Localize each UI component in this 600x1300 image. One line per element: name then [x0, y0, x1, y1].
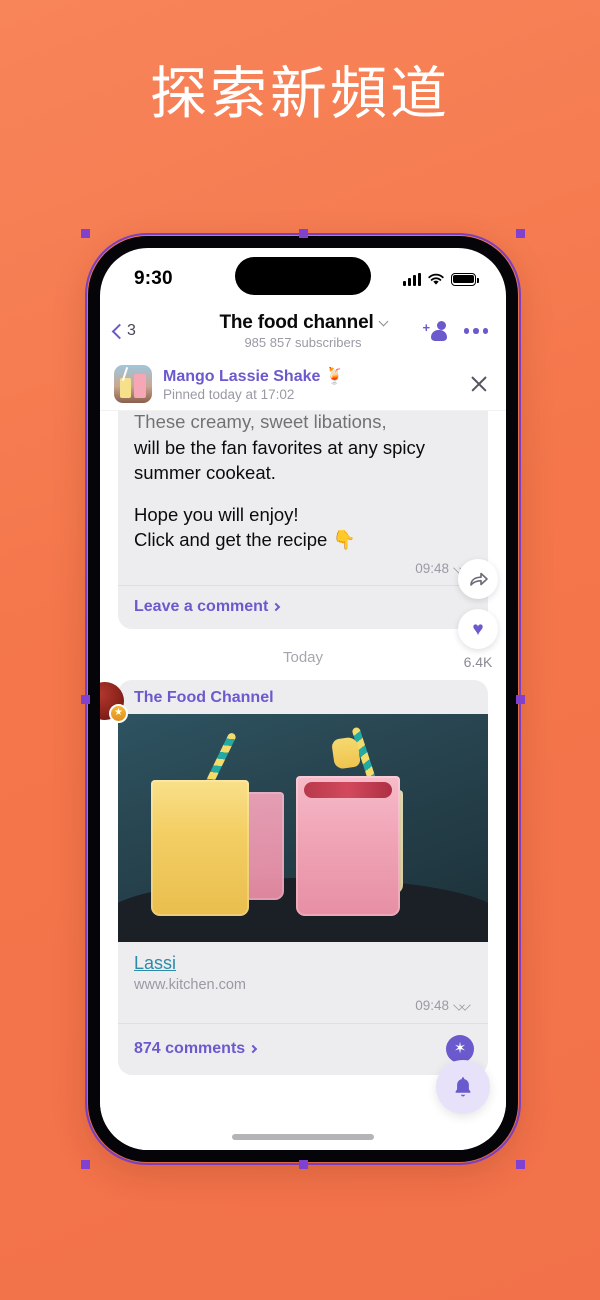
battery-icon [451, 272, 479, 286]
chat-title[interactable]: The food channel [219, 312, 373, 334]
leave-a-comment-link[interactable]: Leave a comment [134, 597, 281, 616]
day-divider: Today [282, 648, 324, 666]
share-arrow-glyph [469, 572, 488, 586]
photo-mango-chunk [330, 735, 361, 770]
message-photo[interactable] [118, 713, 488, 942]
pinned-message-title: Mango Lassie Shake 🍹 [163, 368, 345, 385]
chevron-right-icon [272, 602, 281, 611]
double-check-icon [454, 1000, 472, 1010]
dynamic-island [235, 257, 371, 295]
resize-handle-middle-right[interactable] [516, 695, 525, 704]
message-bubble-media[interactable]: The Food Channel Lassi www.kitchen.com 0… [118, 679, 488, 1075]
back-unread-count: 3 [127, 322, 136, 339]
link-title[interactable]: Lassi [134, 953, 176, 974]
photo-berries [303, 781, 392, 798]
star-icon[interactable]: ✶ [446, 1034, 474, 1063]
bell-glyph [455, 1077, 471, 1097]
pinned-message-thumbnail [114, 365, 152, 403]
resize-handle-middle-left[interactable] [81, 695, 90, 704]
status-bar: 9:30 [100, 248, 506, 304]
person-body [430, 330, 447, 341]
reaction-rail: ♥ 6.4K [458, 559, 498, 670]
heart-glyph: ♥ [472, 618, 484, 640]
message-cut-line: These creamy, sweet libations, [134, 411, 387, 432]
leave-a-comment-label: Leave a comment [134, 597, 269, 615]
resize-handle-bottom-left[interactable] [81, 1160, 90, 1169]
person-head [436, 321, 446, 330]
link-preview[interactable]: Lassi www.kitchen.com [118, 941, 488, 996]
message-paragraph-2-line-2: Click and get the recipe 👇 [134, 529, 356, 551]
message-meta: 09:48 [118, 559, 488, 585]
wifi-icon [428, 273, 444, 285]
photo-glass-strawberry [295, 775, 400, 916]
pinned-message-text: Mango Lassie Shake 🍹 Pinned today at 17:… [163, 366, 345, 402]
heart-icon[interactable]: ♥ [458, 609, 498, 649]
resize-handle-top-center[interactable] [299, 229, 308, 238]
phone-screen: 9:30 3 The food channel 985 857 subscrib… [100, 248, 506, 1150]
photo-glass-mango [151, 779, 250, 916]
more-options-icon[interactable] [463, 328, 488, 334]
message-paragraph-2-line-1: Hope you will enjoy! [134, 503, 299, 525]
cellular-signal-icon [403, 272, 421, 286]
close-icon[interactable] [468, 373, 490, 395]
message-row-media: ★ The Food Channel Lassi www.kitchen.com… [100, 679, 506, 1075]
chevron-left-icon [111, 323, 128, 339]
link-url: www.kitchen.com [134, 976, 247, 993]
star-glyph: ✶ [453, 1040, 467, 1058]
comments-link[interactable]: 874 comments [134, 1039, 258, 1058]
home-indicator[interactable] [232, 1134, 374, 1140]
message-body: These creamy, sweet libations, will be t… [118, 411, 488, 559]
comments-count-label: 874 comments [134, 1039, 246, 1057]
resize-handle-top-right[interactable] [516, 229, 525, 238]
comments-bar[interactable]: 874 comments ✶ [118, 1022, 488, 1075]
message-sender-name[interactable]: The Food Channel [118, 680, 488, 714]
media-message-time: 09:48 [415, 997, 449, 1013]
media-message-meta: 09:48 [118, 996, 488, 1023]
chat-header: 3 The food channel 985 857 subscribers + [100, 304, 506, 358]
phone-mockup: 9:30 3 The food channel 985 857 subscrib… [81, 229, 525, 1169]
resize-handle-bottom-right[interactable] [516, 1160, 525, 1169]
phone-body: 9:30 3 The food channel 985 857 subscrib… [88, 236, 518, 1162]
status-indicators [403, 267, 479, 286]
chevron-down-icon[interactable] [378, 316, 388, 326]
pinned-message-subtitle: Pinned today at 17:02 [163, 387, 295, 402]
message-bubble-text[interactable]: These creamy, sweet libations, will be t… [118, 411, 488, 629]
heart-count: 6.4K [463, 654, 493, 670]
status-time: 9:30 [134, 268, 173, 289]
share-forward-icon[interactable] [458, 559, 498, 599]
plus-glyph: + [422, 320, 431, 335]
star-badge-icon: ★ [109, 703, 128, 723]
resize-handle-top-left[interactable] [81, 229, 90, 238]
page-title: 探索新頻道 [150, 61, 450, 127]
chat-header-actions: + [423, 320, 488, 342]
message-footer[interactable]: Leave a comment [118, 584, 488, 629]
pinned-message-bar[interactable]: Mango Lassie Shake 🍹 Pinned today at 17:… [100, 358, 506, 411]
chat-message-list[interactable]: 5.8K These creamy, sweet libations, will… [100, 411, 506, 1150]
message-time: 09:48 [415, 560, 449, 576]
back-button[interactable]: 3 [111, 322, 136, 340]
message-paragraph-1: will be the fan favorites at any spicy s… [134, 436, 426, 484]
add-user-icon[interactable]: + [423, 320, 447, 342]
chevron-right-icon [248, 1044, 258, 1053]
resize-handle-bottom-center[interactable] [299, 1160, 308, 1169]
notification-bell-icon[interactable] [436, 1060, 490, 1114]
